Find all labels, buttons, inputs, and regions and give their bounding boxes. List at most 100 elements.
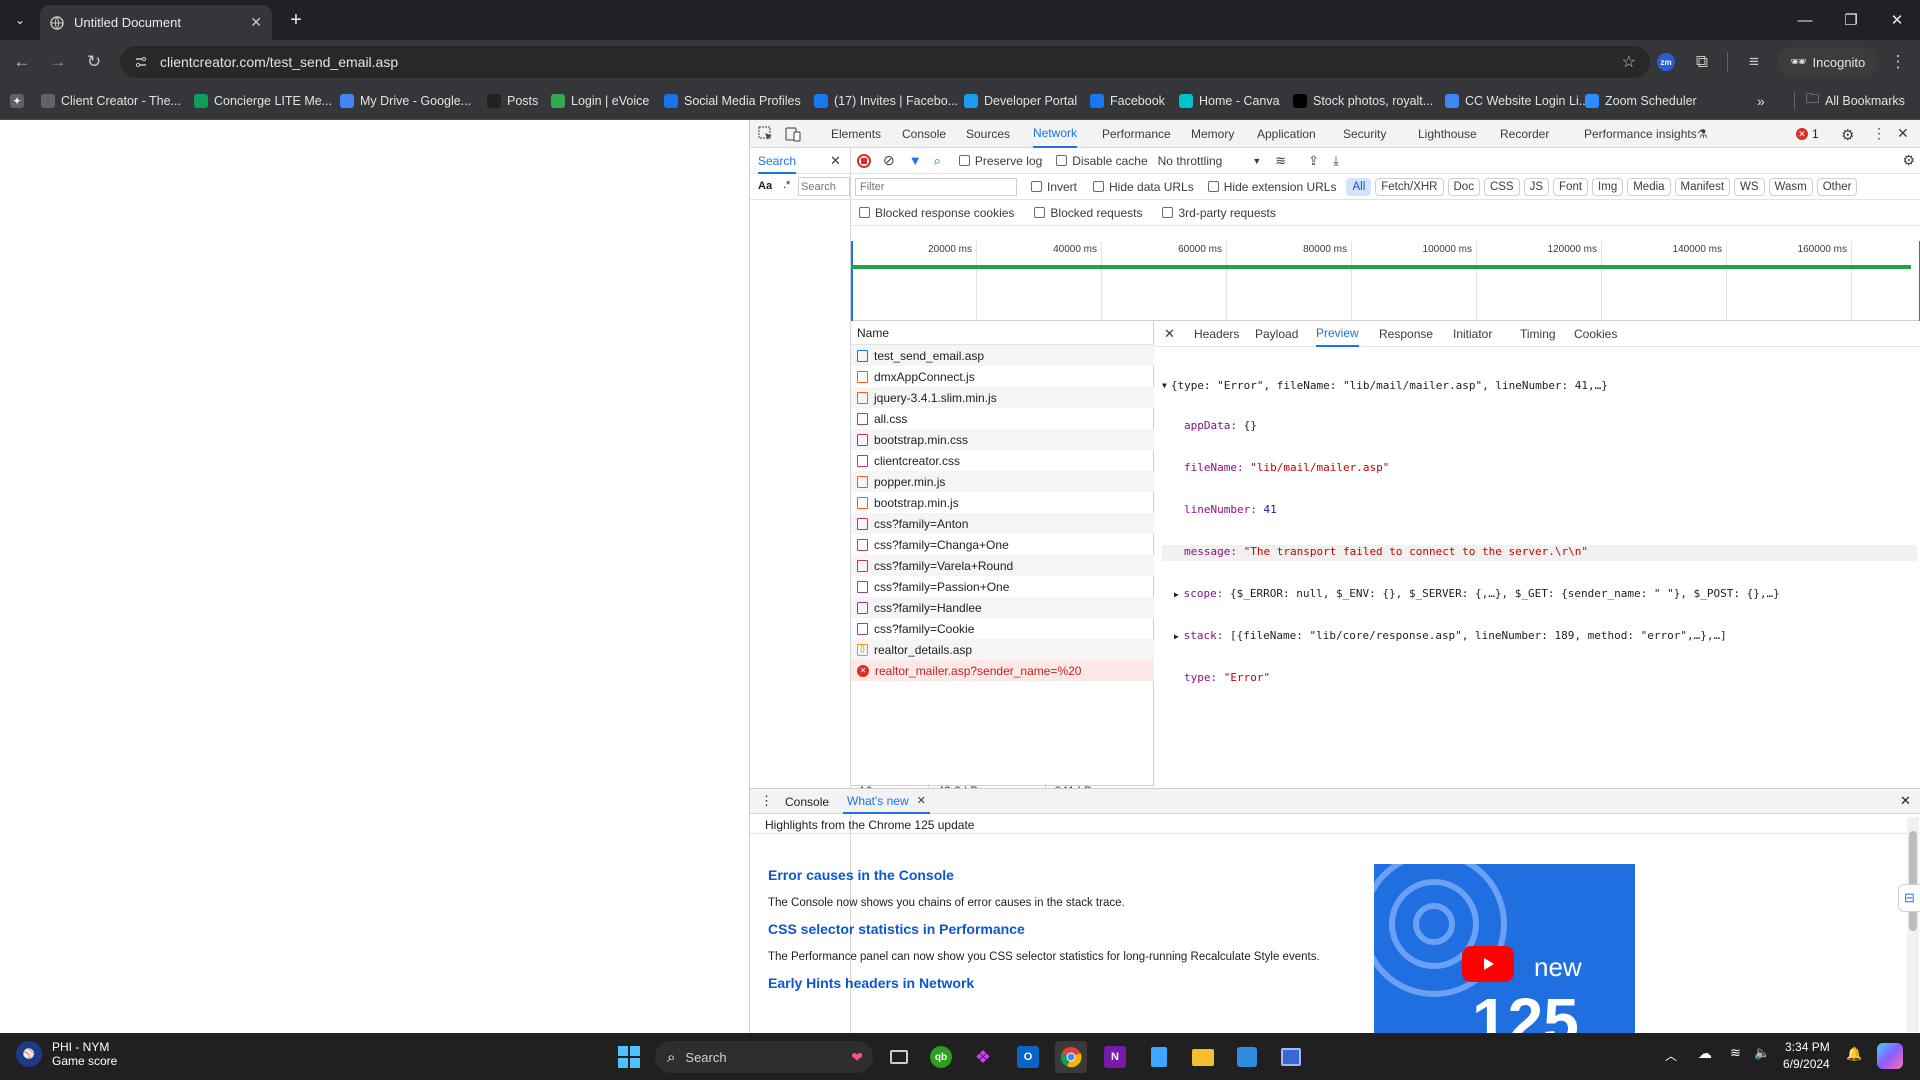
- drawer-menu-icon[interactable]: ⋮: [760, 793, 773, 809]
- filter-icon[interactable]: ▼: [909, 153, 922, 168]
- type-filter-fetchxhr[interactable]: Fetch/XHR: [1375, 177, 1444, 196]
- search-input[interactable]: [798, 177, 850, 196]
- timeline-left-handle[interactable]: [851, 241, 853, 321]
- close-tab-icon[interactable]: ✕: [917, 794, 926, 807]
- upload-har-icon[interactable]: ⇪: [1308, 153, 1319, 169]
- match-case-button[interactable]: Aa: [758, 180, 772, 192]
- detail-tab-headers[interactable]: Headers: [1194, 321, 1239, 347]
- whats-new-link[interactable]: Error causes in the Console: [768, 867, 1368, 889]
- invert-checkbox[interactable]: Invert: [1031, 180, 1077, 194]
- bookmark-star-icon[interactable]: ☆: [1622, 52, 1636, 72]
- media-control-icon[interactable]: ≡: [1738, 46, 1770, 78]
- close-search-icon[interactable]: ✕: [830, 153, 841, 169]
- bookmark-item[interactable]: Facebook: [1090, 84, 1165, 118]
- inspect-element-icon[interactable]: [758, 126, 774, 142]
- whats-new-link[interactable]: CSS selector statistics in Performance: [768, 921, 1368, 943]
- devtools-tab-recorder[interactable]: Recorder: [1500, 120, 1549, 148]
- app-butterfly-icon[interactable]: ❖: [967, 1041, 999, 1073]
- restore-button[interactable]: ❐: [1828, 0, 1874, 40]
- devtools-tab-elements[interactable]: Elements: [831, 120, 881, 148]
- request-row[interactable]: bootstrap.min.js: [851, 492, 1154, 513]
- reload-button[interactable]: ↻: [78, 46, 110, 78]
- address-bar[interactable]: clientcreator.com/test_send_email.asp ☆: [120, 46, 1650, 78]
- type-filter-font[interactable]: Font: [1553, 177, 1589, 196]
- onedrive-cloud-icon[interactable]: ☁: [1698, 1045, 1712, 1062]
- youtube-play-icon[interactable]: [1462, 946, 1514, 982]
- request-row[interactable]: css?family=Cookie: [851, 618, 1154, 639]
- search-icon[interactable]: ⌕: [934, 153, 941, 169]
- preserve-log-checkbox[interactable]: Preserve log: [958, 154, 1042, 168]
- bookmark-apps-icon[interactable]: ✦: [10, 84, 24, 118]
- bookmark-item[interactable]: Stock photos, royalt...: [1293, 84, 1433, 118]
- bookmark-item[interactable]: Concierge LITE Me...: [194, 84, 332, 118]
- remote-app-icon[interactable]: [1275, 1041, 1307, 1073]
- onenote-icon[interactable]: N: [1099, 1041, 1131, 1073]
- notifications-bell-icon[interactable]: 🔔: [1846, 1046, 1862, 1062]
- microsoft-store-icon[interactable]: [1231, 1041, 1263, 1073]
- bookmark-item[interactable]: Social Media Profiles: [664, 84, 801, 118]
- detail-tab-initiator[interactable]: Initiator: [1453, 321, 1492, 347]
- type-filter-media[interactable]: Media: [1627, 177, 1671, 196]
- bookmark-item[interactable]: Developer Portal: [964, 84, 1077, 118]
- devtools-tab-performance[interactable]: Performance: [1102, 120, 1171, 148]
- forward-button[interactable]: →: [42, 46, 74, 78]
- type-filter-ws[interactable]: WS: [1734, 177, 1765, 196]
- chrome-icon[interactable]: [1055, 1041, 1087, 1073]
- bookmark-item[interactable]: Home - Canva: [1179, 84, 1280, 118]
- filter-input[interactable]: [855, 177, 1017, 196]
- devtools-tab-application[interactable]: Application: [1257, 120, 1316, 148]
- request-row[interactable]: css?family=Handlee: [851, 597, 1154, 618]
- devtools-tab-security[interactable]: Security: [1343, 120, 1386, 148]
- download-har-icon[interactable]: ⤓: [1333, 153, 1339, 169]
- bookmark-item[interactable]: Client Creator - The...: [41, 84, 181, 118]
- type-filter-doc[interactable]: Doc: [1447, 177, 1480, 196]
- clock[interactable]: 3:34 PM 6/9/2024: [1783, 1040, 1830, 1071]
- close-tab-icon[interactable]: ✕: [250, 14, 262, 31]
- request-row[interactable]: all.css: [851, 408, 1154, 429]
- request-row[interactable]: bootstrap.min.css: [851, 429, 1154, 450]
- devtools-tab-sources[interactable]: Sources: [966, 120, 1010, 148]
- type-filter-wasm[interactable]: Wasm: [1768, 177, 1813, 196]
- browser-tab[interactable]: Untitled Document ✕: [40, 5, 272, 40]
- hide-data-urls-checkbox[interactable]: Hide data URLs: [1093, 180, 1194, 194]
- outlook-icon[interactable]: O: [1012, 1041, 1044, 1073]
- start-button[interactable]: [613, 1041, 645, 1073]
- close-drawer-icon[interactable]: ✕: [1900, 793, 1911, 809]
- type-filter-manifest[interactable]: Manifest: [1674, 177, 1731, 196]
- preview-scope[interactable]: ▶ scope: {$_ERROR: null, $_ENV: {}, $_SE…: [1162, 587, 1917, 603]
- type-filter-all[interactable]: All: [1346, 177, 1372, 196]
- request-row[interactable]: test_send_email.asp: [851, 345, 1154, 366]
- close-devtools-icon[interactable]: ✕: [1897, 125, 1909, 142]
- request-row[interactable]: dmxAppConnect.js: [851, 366, 1154, 387]
- drawer-tab-whats-new[interactable]: What's new ✕: [843, 789, 930, 814]
- detail-tab-cookies[interactable]: Cookies: [1574, 321, 1617, 347]
- side-panel-icon[interactable]: ⊟: [1898, 884, 1920, 912]
- detail-tab-payload[interactable]: Payload: [1255, 321, 1298, 347]
- all-bookmarks-button[interactable]: 🗀 All Bookmarks: [1806, 84, 1905, 118]
- minimize-button[interactable]: —: [1782, 0, 1828, 40]
- devtools-tab-performance-insights[interactable]: Performance insights ⚗: [1584, 120, 1707, 148]
- timeline-overview[interactable]: 20000 ms 40000 ms 60000 ms 80000 ms 100000 m…: [851, 241, 1920, 321]
- notepad-icon[interactable]: [1143, 1041, 1175, 1073]
- type-filter-other[interactable]: Other: [1816, 177, 1858, 196]
- new-tab-button[interactable]: +: [284, 8, 308, 32]
- request-row[interactable]: clientcreator.css: [851, 450, 1154, 471]
- request-row[interactable]: {} realtor_details.asp: [851, 639, 1154, 660]
- quickbooks-icon[interactable]: qb: [925, 1041, 957, 1073]
- request-row[interactable]: ✕ realtor_mailer.asp?sender_name=%20: [851, 660, 1154, 681]
- devtools-menu-icon[interactable]: ⋮: [1872, 125, 1886, 142]
- settings-gear-icon[interactable]: ⚙: [1841, 126, 1854, 144]
- clear-icon[interactable]: ⊘: [883, 152, 895, 169]
- error-counter[interactable]: ✕ 1: [1796, 120, 1819, 148]
- hide-extension-urls-checkbox[interactable]: Hide extension URLs: [1207, 180, 1336, 194]
- type-filter-js[interactable]: JS: [1523, 177, 1550, 196]
- regex-button[interactable]: .*: [783, 179, 790, 191]
- close-detail-icon[interactable]: ✕: [1164, 326, 1175, 342]
- request-row[interactable]: css?family=Passion+One: [851, 576, 1154, 597]
- tab-search-button[interactable]: ⌄: [8, 8, 32, 32]
- show-hidden-icons-chevron-icon[interactable]: ︿: [1665, 1047, 1677, 1064]
- search-tab[interactable]: Search: [758, 154, 797, 174]
- request-row[interactable]: css?family=Varela+Round: [851, 555, 1154, 576]
- request-row[interactable]: jquery-3.4.1.slim.min.js: [851, 387, 1154, 408]
- more-bookmarks-chevron-icon[interactable]: »: [1757, 84, 1765, 118]
